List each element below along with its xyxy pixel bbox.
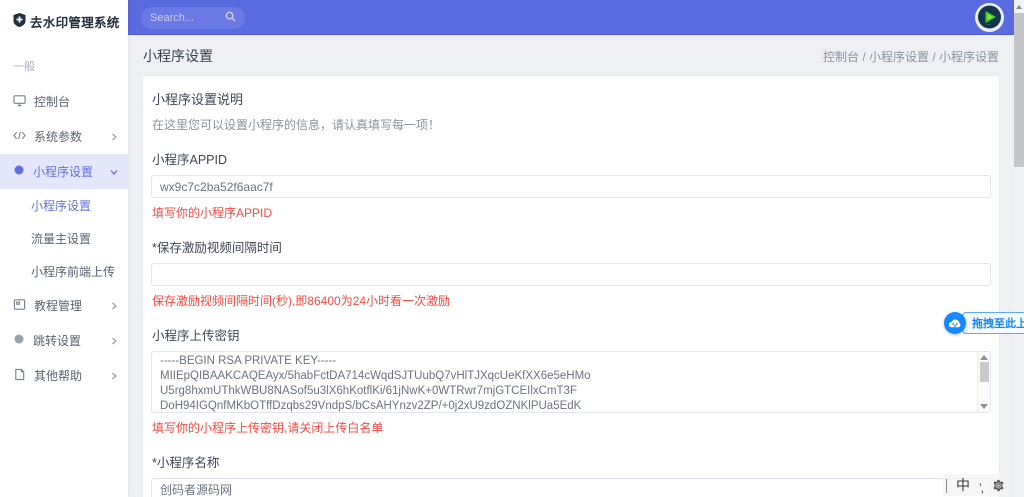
sidebar-item-label: 控制台 xyxy=(34,95,71,109)
sidebar-item-label: 跳转设置 xyxy=(33,334,82,348)
card-title: 小程序设置说明 xyxy=(152,92,244,107)
appid-label: 小程序APPID xyxy=(152,153,228,167)
main-content: 小程序设置 控制台 / 小程序设置 / 小程序设置 小程序设置说明 在这里您可以… xyxy=(128,35,1014,497)
chevron-right-icon xyxy=(110,337,118,345)
sidebar-subitem-miniprogram-settings[interactable]: 小程序设置 xyxy=(0,189,128,222)
page-header: 小程序设置 控制台 / 小程序设置 / 小程序设置 xyxy=(143,35,999,76)
upload-key-field: -----BEGIN RSA PRIVATE KEY----- MIIEpQIB… xyxy=(151,351,991,413)
mini-name-label: *小程序名称 xyxy=(152,456,220,470)
app-title: 去水印管理系统 xyxy=(30,15,120,30)
sidebar-item-miniprogram-settings[interactable]: 小程序设置 xyxy=(0,154,128,189)
chevron-down-icon xyxy=(110,168,118,176)
upload-key-helper: 填写你的小程序上传密钥,请关闭上传白名单 xyxy=(152,421,384,435)
gear-icon[interactable] xyxy=(992,479,1005,495)
search-box xyxy=(141,7,245,29)
scroll-up-icon[interactable] xyxy=(1014,0,1024,13)
sidebar-item-other-help[interactable]: 其他帮助 xyxy=(0,358,128,393)
chevron-right-icon xyxy=(110,372,118,380)
scroll-down-icon[interactable] xyxy=(980,404,988,409)
sidebar-subitem-traffic-settings[interactable]: 流量主设置 xyxy=(0,222,128,255)
sidebar-item-tutorial-management[interactable]: 教程管理 xyxy=(0,288,128,323)
drag-upload-label: 拖拽至此上传 xyxy=(962,312,1024,334)
dot-icon xyxy=(13,333,25,348)
textarea-scrollbar[interactable] xyxy=(977,352,990,412)
dot-icon xyxy=(13,164,25,179)
drag-upload-overlay[interactable]: 拖拽至此上传 xyxy=(944,312,1024,334)
page-title: 小程序设置 xyxy=(143,48,213,64)
sidebar-item-label: 其他帮助 xyxy=(34,369,83,383)
topbar xyxy=(128,0,1014,35)
scroll-up-icon[interactable] xyxy=(980,355,988,360)
monitor-icon xyxy=(13,94,26,110)
sidebar: 去水印管理系统 一般 控制台 系统参数 小程序设置 小程序设置 流量主设置 小程… xyxy=(0,0,128,497)
ime-punctuation-toggle[interactable]: ’, xyxy=(979,481,984,495)
page-scrollbar[interactable] xyxy=(1014,0,1024,497)
shield-logo-icon xyxy=(13,12,26,30)
app-logo[interactable]: 去水印管理系统 xyxy=(0,0,128,42)
file-icon xyxy=(13,368,26,384)
sidebar-section-label: 一般 xyxy=(13,61,35,73)
chevron-right-icon xyxy=(110,302,118,310)
search-input[interactable] xyxy=(150,12,225,24)
upload-key-label: 小程序上传密钥 xyxy=(152,329,240,343)
sidebar-item-label: 小程序设置 xyxy=(33,165,94,179)
upload-key-textarea[interactable]: -----BEGIN RSA PRIVATE KEY----- MIIEpQIB… xyxy=(151,351,991,413)
interval-input[interactable] xyxy=(151,263,991,286)
interval-helper: 保存激励视频间隔时间(秒),即86400为24小时看一次激励 xyxy=(152,294,451,308)
sidebar-item-label: 教程管理 xyxy=(34,299,83,313)
mini-name-input[interactable] xyxy=(151,478,991,497)
scrollbar-thumb[interactable] xyxy=(979,362,989,382)
sidebar-subitem-frontend-upload[interactable]: 小程序前端上传 xyxy=(0,255,128,288)
code-icon xyxy=(13,129,26,145)
frame-icon xyxy=(13,298,26,314)
card-description: 在这里您可以设置小程序的信息，请认真填写每一项！ xyxy=(152,118,441,132)
sidebar-item-console[interactable]: 控制台 xyxy=(0,84,128,119)
text-cursor xyxy=(946,479,947,493)
sidebar-item-jump-settings[interactable]: 跳转设置 xyxy=(0,323,128,358)
user-avatar[interactable] xyxy=(975,3,1004,32)
search-icon[interactable] xyxy=(225,11,236,25)
appid-helper: 填写你的小程序APPID xyxy=(152,206,273,220)
scrollbar-thumb[interactable] xyxy=(1014,13,1024,167)
sidebar-item-system-params[interactable]: 系统参数 xyxy=(0,119,128,154)
appid-input[interactable] xyxy=(151,175,991,198)
sidebar-item-label: 系统参数 xyxy=(34,130,83,144)
breadcrumb[interactable]: 控制台 / 小程序设置 / 小程序设置 xyxy=(823,48,999,65)
ime-toolbar: 中 ’, xyxy=(943,474,1008,496)
settings-card: 小程序设置说明 在这里您可以设置小程序的信息，请认真填写每一项！ 小程序APPI… xyxy=(143,76,999,497)
chevron-right-icon xyxy=(110,133,118,141)
ime-language-toggle[interactable]: 中 xyxy=(956,475,970,495)
interval-label: *保存激励视频间隔时间 xyxy=(152,241,282,255)
cloud-upload-icon[interactable] xyxy=(944,312,966,334)
